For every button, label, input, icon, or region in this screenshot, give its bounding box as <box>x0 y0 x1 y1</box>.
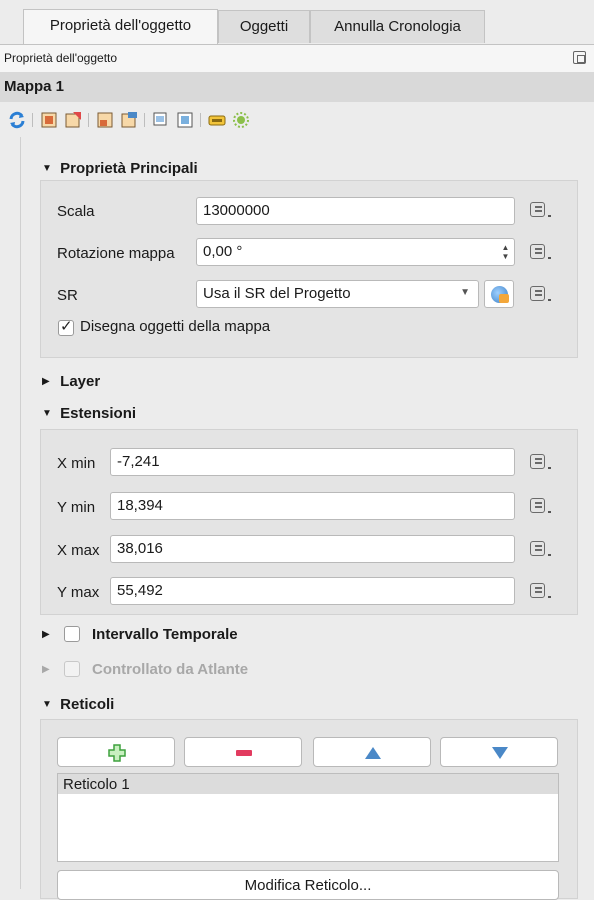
scale-label: Scala <box>57 203 95 220</box>
expand-arrow-icon: ▼ <box>42 163 52 174</box>
xmax-input[interactable]: 38,016 <box>110 535 515 563</box>
section-title: Layer <box>60 373 101 390</box>
select-crs-button[interactable] <box>484 280 514 308</box>
ymax-input[interactable]: 55,492 <box>110 577 515 605</box>
toolbar-separator <box>200 113 201 127</box>
panel-title: Proprietà dell'oggetto <box>4 51 118 65</box>
clipping-settings-icon[interactable] <box>232 111 250 129</box>
toolbar-separator <box>88 113 89 127</box>
add-grid-button[interactable] <box>57 737 175 767</box>
map-item-toolbar <box>0 102 594 136</box>
arrow-up-icon <box>365 747 381 759</box>
collapsed-arrow-icon: ▶ <box>42 629 50 640</box>
crs-combobox[interactable]: Usa il SR del Progetto ▼ <box>196 280 479 308</box>
atlas-checkbox <box>64 661 80 677</box>
data-defined-override-button[interactable] <box>526 452 554 474</box>
refresh-icon[interactable] <box>8 111 26 129</box>
spin-arrows-icon[interactable]: ▲ ▼ <box>501 243 510 261</box>
tab-label: Proprietà dell'oggetto <box>49 17 192 34</box>
move-grid-down-button[interactable] <box>440 737 558 767</box>
item-name: Mappa 1 <box>4 78 65 95</box>
arrow-down-icon <box>492 747 508 759</box>
tab-items[interactable]: Oggetti <box>218 10 310 43</box>
temporal-checkbox[interactable] <box>64 626 80 642</box>
panel-title-bar: Proprietà dell'oggetto <box>0 44 594 72</box>
data-defined-override-button[interactable] <box>526 581 554 603</box>
xmin-label: X min <box>57 455 96 472</box>
set-to-canvas-extent-icon[interactable] <box>40 111 58 129</box>
xmin-input[interactable]: -7,241 <box>110 448 515 476</box>
ymin-label: Y min <box>57 499 96 516</box>
item-name-header: Mappa 1 <box>0 72 594 102</box>
set-map-scale-icon[interactable] <box>120 111 138 129</box>
rotation-value: 0,00 ° <box>203 243 243 260</box>
grid-name: Reticolo 1 <box>63 776 130 793</box>
section-temporal[interactable]: ▶ <box>42 626 56 643</box>
data-defined-override-button[interactable] <box>526 539 554 561</box>
atlas-title: Controllato da Atlante <box>92 661 249 678</box>
section-extents[interactable]: ▼ Estensioni <box>42 405 136 422</box>
set-to-canvas-scale-icon[interactable] <box>96 111 114 129</box>
temporal-title: Intervallo Temporale <box>92 626 238 643</box>
view-extent-in-canvas-icon[interactable] <box>64 111 82 129</box>
draw-items-checkbox[interactable]: ✓ <box>58 318 74 336</box>
ymin-input[interactable]: 18,394 <box>110 492 515 520</box>
section-atlas: ▶ <box>42 661 56 678</box>
section-title: Estensioni <box>60 405 137 422</box>
crs-value: Usa il SR del Progetto <box>203 285 351 302</box>
lock-styles-icon[interactable] <box>176 111 194 129</box>
crs-label: SR <box>57 287 78 304</box>
tab-item-properties[interactable]: Proprietà dell'oggetto <box>23 9 218 44</box>
ymax-label: Y max <box>57 584 100 601</box>
rotation-spinbox[interactable]: 0,00 ° ▲ ▼ <box>196 238 515 266</box>
globe-icon <box>491 286 509 303</box>
plus-icon <box>108 744 126 762</box>
toolbar-separator <box>32 113 33 127</box>
tab-label: Oggetti <box>239 18 289 35</box>
chevron-down-icon: ▼ <box>460 287 470 298</box>
tab-bar: Proprietà dell'oggetto Oggetti Annulla C… <box>0 0 594 44</box>
expand-arrow-icon: ▼ <box>42 408 52 419</box>
expand-arrow-icon: ▼ <box>42 699 52 710</box>
collapsed-arrow-icon: ▶ <box>42 664 50 675</box>
tab-undo-history[interactable]: Annulla Cronologia <box>310 10 485 43</box>
data-defined-override-button[interactable] <box>526 284 554 306</box>
label-settings-icon[interactable] <box>208 111 226 129</box>
toolbar-separator <box>144 113 145 127</box>
checkmark-icon: ✓ <box>60 318 73 335</box>
undock-icon[interactable] <box>573 51 586 64</box>
data-defined-override-button[interactable] <box>526 200 554 222</box>
section-grids[interactable]: ▼ Reticoli <box>42 696 114 713</box>
minus-icon <box>236 750 252 756</box>
list-item[interactable]: Reticolo 1 <box>58 774 558 794</box>
data-defined-override-button[interactable] <box>526 496 554 518</box>
move-grid-up-button[interactable] <box>313 737 431 767</box>
section-main-properties[interactable]: ▼ Proprietà Principali <box>42 160 198 177</box>
remove-grid-button[interactable] <box>184 737 302 767</box>
lock-layers-icon[interactable] <box>152 111 170 129</box>
xmax-label: X max <box>57 542 100 559</box>
rotation-label: Rotazione mappa <box>57 245 175 262</box>
collapsed-arrow-icon: ▶ <box>42 376 50 387</box>
scale-input[interactable]: 13000000 <box>196 197 515 225</box>
tab-label: Annulla Cronologia <box>334 18 461 35</box>
edit-grid-button[interactable]: Modifica Reticolo... <box>57 870 559 900</box>
grid-list[interactable]: Reticolo 1 <box>57 773 559 862</box>
data-defined-override-button[interactable] <box>526 242 554 264</box>
section-title: Reticoli <box>60 696 115 713</box>
section-title: Proprietà Principali <box>60 160 198 177</box>
section-layer[interactable]: ▶ Layer <box>42 373 100 390</box>
draw-items-label: Disegna oggetti della mappa <box>80 318 271 335</box>
